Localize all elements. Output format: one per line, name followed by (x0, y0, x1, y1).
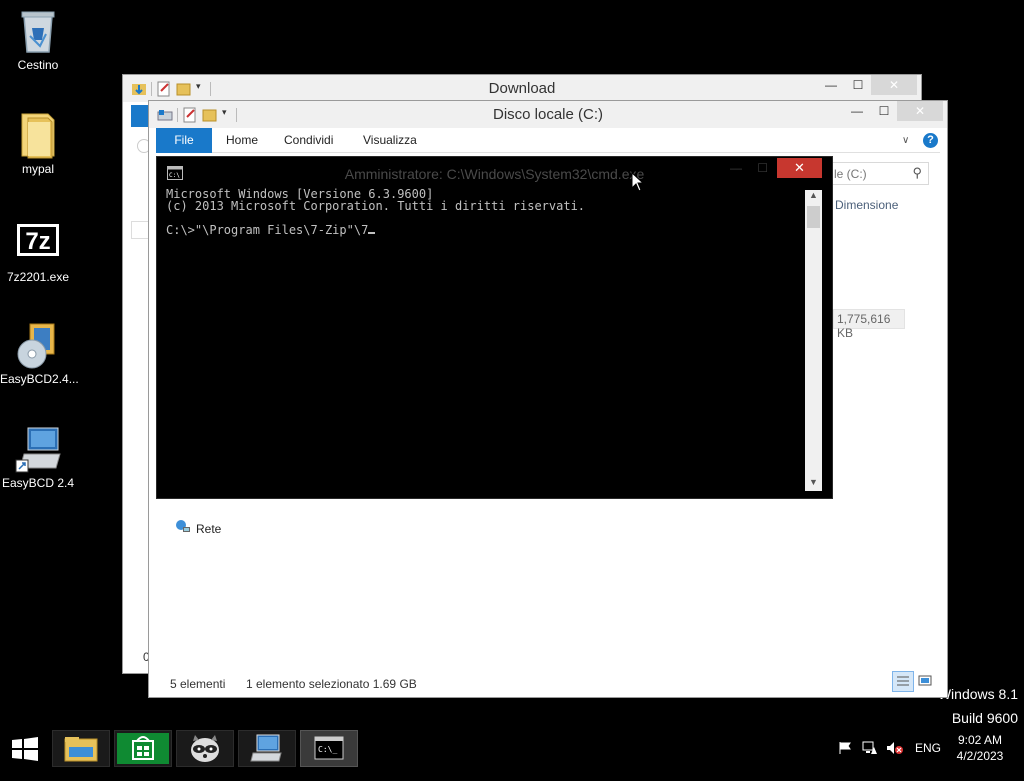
network-tray-icon[interactable] (862, 741, 878, 781)
search-placeholder: le (C:) (834, 167, 867, 181)
cmd-vertical-scrollbar[interactable]: ▲ ▼ (805, 190, 822, 491)
network-icon (175, 519, 191, 538)
windows-logo-icon (12, 737, 38, 761)
folder-icon (14, 110, 62, 159)
desktop: Cestino mypal 7z 7z2201.exe EasyBCD2.4..… (0, 0, 1024, 768)
file-explorer-icon (64, 737, 98, 762)
taskbar-network-computer[interactable] (238, 730, 296, 767)
taskbar: C:\_ ENG 9:02 AM 4/2/2023 (0, 728, 1024, 768)
desktop-icon-label: EasyBCD 2.4 (1, 476, 75, 490)
easybcd-icon (14, 424, 62, 473)
language-indicator[interactable]: ENG (915, 741, 941, 781)
action-center-flag-icon[interactable] (838, 741, 852, 781)
scroll-thumb[interactable] (807, 206, 820, 228)
mouse-pointer-icon (631, 171, 645, 197)
status-bar: 5 elementi 1 elemento selezionato 1.69 G… (149, 669, 947, 697)
window-title: Download (488, 80, 556, 97)
console-line: C:\>"\Program Files\7-Zip"\7 (166, 223, 369, 237)
svg-text:7z: 7z (25, 228, 50, 255)
volume-muted-icon[interactable] (886, 741, 904, 781)
installer-icon (14, 320, 62, 369)
windows-build-watermark: Build 9600 (951, 710, 1018, 726)
desktop-icon-label: EasyBCD2.4... (0, 372, 79, 386)
raccoon-icon (191, 735, 219, 762)
cmd-minimize-button[interactable]: — (730, 161, 742, 175)
taskbar-file-explorer[interactable] (52, 730, 110, 767)
scroll-down-icon[interactable]: ▼ (805, 477, 822, 491)
close-button[interactable]: ✕ (871, 75, 917, 95)
desktop-icon-easybcd-installer[interactable]: EasyBCD2.4... (0, 320, 79, 386)
clock-date: 4/2/2023 (956, 749, 1004, 763)
large-icons-view-button[interactable] (917, 673, 933, 689)
clock[interactable]: 9:02 AM 4/2/2023 (950, 732, 1010, 772)
ribbon-tabs: File Home Condividi Visualizza ∨ ? (156, 128, 940, 153)
cmd-close-button[interactable]: ✕ (777, 158, 822, 178)
search-icon: ⚲ (912, 165, 922, 180)
ribbon-file-edge (131, 105, 149, 127)
start-button[interactable] (10, 737, 40, 766)
desktop-icon-mypal[interactable]: mypal (0, 110, 76, 176)
window-title: Disco locale (C:) (492, 106, 604, 123)
scroll-up-icon[interactable]: ▲ (805, 190, 822, 204)
column-header-dimensione[interactable]: Dimensione (835, 198, 898, 212)
cmd-titlebar[interactable]: C:\ Amministratore: C:\Windows\System32\… (157, 157, 832, 187)
desktop-icon-label: 7z2201.exe (6, 270, 70, 284)
desktop-icon-label: Cestino (17, 58, 59, 72)
tab-home[interactable]: Home (226, 128, 258, 153)
cmd-taskbar-icon: C:\_ (314, 736, 344, 760)
clock-time: 9:02 AM (957, 733, 1003, 747)
cmd-maximize-button[interactable]: ☐ (757, 161, 768, 175)
cmd-console-output[interactable]: Microsoft Windows [Versione 6.3.9600] (c… (166, 188, 585, 236)
tab-visualizza[interactable]: Visualizza (363, 128, 417, 153)
desktop-icon-7z2201[interactable]: 7z 7z2201.exe (0, 218, 76, 284)
cmd-window[interactable]: C:\ Amministratore: C:\Windows\System32\… (156, 156, 833, 499)
taskbar-cmd[interactable]: C:\_ (300, 730, 358, 767)
window-titlebar[interactable]: ▾ Disco locale (C:) — ☐ ✕ (149, 101, 947, 128)
size-cell[interactable]: 1,775,616 KB (833, 309, 905, 340)
desktop-icon-easybcd[interactable]: EasyBCD 2.4 (0, 424, 76, 490)
search-input[interactable]: le (C:) ⚲ (829, 162, 929, 185)
store-icon (117, 733, 169, 764)
minimize-button[interactable]: — (817, 75, 845, 95)
nav-item-label: Rete (196, 521, 222, 536)
taskbar-raccoon-app[interactable] (176, 730, 234, 767)
ribbon-expand-icon[interactable]: ∨ (902, 128, 909, 153)
nav-item-rete[interactable]: Rete (175, 519, 221, 538)
7zip-icon: 7z (14, 218, 62, 266)
window-titlebar[interactable]: ▾ Download — ☐ ✕ (123, 75, 921, 102)
tab-file[interactable]: File (156, 128, 212, 153)
status-selection: 1 elemento selezionato 1.69 GB (246, 677, 417, 691)
console-line: (c) 2013 Microsoft Corporation. Tutti i … (166, 199, 586, 213)
maximize-button[interactable]: ☐ (870, 101, 898, 121)
help-icon[interactable]: ? (923, 133, 938, 148)
close-button[interactable]: ✕ (897, 101, 943, 121)
details-view-button[interactable] (892, 671, 914, 692)
windows-version-watermark: Windows 8.1 (937, 686, 1018, 702)
network-computer-icon (250, 734, 282, 762)
status-item-count: 5 elementi (170, 677, 226, 691)
recycle-bin-icon (14, 6, 62, 54)
taskbar-store[interactable] (114, 730, 172, 767)
svg-text:C:\_: C:\_ (318, 745, 337, 754)
desktop-icon-recycle-bin[interactable]: Cestino (0, 6, 76, 72)
minimize-button[interactable]: — (843, 101, 871, 121)
maximize-button[interactable]: ☐ (844, 75, 872, 95)
desktop-icon-label: mypal (21, 162, 54, 176)
text-cursor (368, 232, 376, 234)
tab-condividi[interactable]: Condividi (284, 128, 333, 153)
